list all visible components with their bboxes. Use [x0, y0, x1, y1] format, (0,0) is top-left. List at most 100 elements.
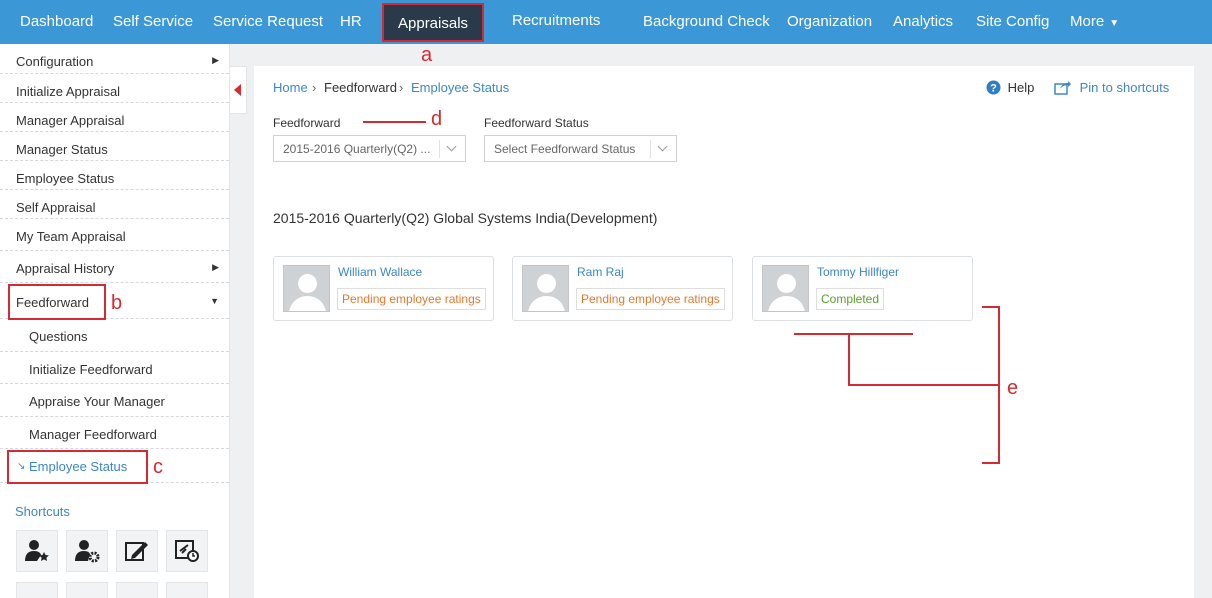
- shortcut-icon-5[interactable]: [16, 582, 58, 598]
- caret-down-icon: ▼: [1109, 18, 1120, 29]
- annotation-bracket-e: [982, 462, 1000, 464]
- annotation-line-d: [363, 121, 426, 123]
- breadcrumb-home[interactable]: Home: [273, 80, 308, 95]
- annotation-c: c: [153, 456, 163, 478]
- status-badge: Pending employee ratings: [337, 288, 486, 310]
- sidebar-item-label: Configuration: [16, 54, 94, 69]
- nav-site-config[interactable]: Site Config: [976, 0, 1049, 44]
- chevron-down-icon: [650, 140, 676, 158]
- sidebar-item-my-team-appraisal[interactable]: My Team Appraisal: [0, 219, 229, 251]
- sidebar-subitem-questions[interactable]: Questions: [0, 319, 229, 352]
- nav-recruitments[interactable]: Recruitments: [512, 0, 600, 44]
- travel-clock-icon[interactable]: [166, 530, 208, 572]
- sidebar-item-label: Questions: [29, 329, 88, 344]
- nav-analytics[interactable]: Analytics: [893, 0, 953, 44]
- sidebar-item-label: Manager Status: [16, 142, 108, 157]
- top-nav: Dashboard Self Service Service Request H…: [0, 0, 1212, 44]
- caret-right-icon: ▶: [212, 55, 219, 65]
- sidebar-item-label: Appraise Your Manager: [29, 394, 165, 409]
- annotation-box-b: [8, 284, 106, 320]
- sidebar-collapse-toggle[interactable]: [230, 66, 247, 114]
- help-link[interactable]: ? Help: [986, 80, 1034, 95]
- collapse-left-icon: [234, 84, 241, 96]
- sidebar-item-label: Manager Appraisal: [16, 113, 125, 128]
- nav-more-label: More: [1070, 13, 1105, 30]
- feedforward-select-value: 2015-2016 Quarterly(Q2) ...: [283, 142, 431, 156]
- feedforward-status-select[interactable]: Select Feedforward Status: [484, 135, 677, 162]
- employee-card[interactable]: Tommy Hillfiger Completed: [752, 256, 973, 321]
- nav-service-request[interactable]: Service Request: [213, 0, 323, 44]
- shortcut-icon-7[interactable]: [116, 582, 158, 598]
- annotation-e: e: [1007, 377, 1019, 399]
- user-star-icon[interactable]: [16, 530, 58, 572]
- caret-right-icon: ▶: [212, 262, 219, 272]
- sidebar-item-label: Employee Status: [16, 171, 115, 186]
- sidebar-item-employee-status[interactable]: Employee Status: [0, 161, 229, 190]
- breadcrumb-current: Employee Status: [411, 80, 510, 95]
- sidebar-item-self-appraisal[interactable]: Self Appraisal: [0, 190, 229, 219]
- caret-down-icon: ▼: [210, 296, 219, 306]
- sidebar-item-label: Manager Feedforward: [29, 427, 157, 442]
- employee-card[interactable]: William Wallace Pending employee ratings: [273, 256, 494, 321]
- pin-to-shortcuts-link[interactable]: Pin to shortcuts: [1054, 80, 1169, 95]
- annotation-bracket-e: [982, 306, 1000, 308]
- employee-name[interactable]: William Wallace: [338, 265, 422, 279]
- employee-name[interactable]: Ram Raj: [577, 265, 624, 279]
- annotation-d: d: [431, 108, 443, 130]
- sidebar-item-label: Initialize Appraisal: [16, 84, 121, 99]
- sidebar-item-label: My Team Appraisal: [16, 229, 126, 244]
- sidebar-item-appraisal-history[interactable]: Appraisal History ▶: [0, 251, 229, 283]
- nav-dashboard[interactable]: Dashboard: [20, 0, 93, 44]
- annotation-box-c: [7, 450, 148, 484]
- user-gear-icon[interactable]: [66, 530, 108, 572]
- feedforward-status-placeholder: Select Feedforward Status: [494, 142, 636, 156]
- sidebar-item-label: Self Appraisal: [16, 200, 96, 215]
- nav-appraisals[interactable]: Appraisals: [382, 3, 485, 42]
- nav-self-service[interactable]: Self Service: [113, 0, 193, 44]
- edit-document-icon[interactable]: [116, 530, 158, 572]
- annotation-line-e: [794, 333, 913, 335]
- feedforward-status-label: Feedforward Status: [484, 116, 589, 130]
- help-icon: ?: [986, 80, 1001, 95]
- shortcut-icon-6[interactable]: [66, 582, 108, 598]
- avatar: [283, 265, 330, 312]
- nav-organization[interactable]: Organization: [787, 0, 872, 44]
- sidebar-item-initialize-appraisal[interactable]: Initialize Appraisal: [0, 74, 229, 103]
- employee-name[interactable]: Tommy Hillfiger: [817, 265, 899, 279]
- sidebar-item-manager-status[interactable]: Manager Status: [0, 132, 229, 161]
- sidebar-subitem-appraise-your-manager[interactable]: Appraise Your Manager: [0, 384, 229, 417]
- sidebar: Configuration ▶ Initialize Appraisal Man…: [0, 44, 230, 598]
- help-label: Help: [1007, 80, 1035, 95]
- nav-more[interactable]: More ▼: [1070, 0, 1119, 44]
- share-icon: [1054, 81, 1071, 95]
- annotation-line-e: [848, 333, 850, 386]
- breadcrumb-separator: ›: [399, 80, 404, 95]
- shortcut-icon-8[interactable]: [166, 582, 208, 598]
- annotation-a: a: [421, 44, 433, 66]
- section-title: 2015-2016 Quarterly(Q2) Global Systems I…: [273, 210, 658, 226]
- status-badge: Pending employee ratings: [576, 288, 725, 310]
- avatar: [762, 265, 809, 312]
- shortcuts-title: Shortcuts: [15, 504, 70, 519]
- annotation-b: b: [111, 292, 123, 314]
- nav-hr[interactable]: HR: [340, 0, 362, 44]
- feedforward-select[interactable]: 2015-2016 Quarterly(Q2) ...: [273, 135, 466, 162]
- sidebar-subitem-manager-feedforward[interactable]: Manager Feedforward: [0, 417, 229, 449]
- sidebar-item-manager-appraisal[interactable]: Manager Appraisal: [0, 103, 229, 132]
- sidebar-item-label: Appraisal History: [16, 261, 115, 276]
- nav-background-check[interactable]: Background Check: [643, 0, 770, 44]
- status-badge: Completed: [816, 288, 885, 310]
- breadcrumb-separator: ›: [312, 80, 317, 95]
- svg-text:?: ?: [990, 83, 997, 95]
- sidebar-item-configuration[interactable]: Configuration ▶: [0, 44, 229, 74]
- avatar: [522, 265, 569, 312]
- chevron-down-icon: [439, 140, 465, 158]
- breadcrumb-feedforward[interactable]: Feedforward: [324, 80, 397, 95]
- sidebar-item-label: Initialize Feedforward: [29, 362, 153, 377]
- employee-card[interactable]: Ram Raj Pending employee ratings: [512, 256, 733, 321]
- annotation-bracket-e: [998, 306, 1000, 464]
- sidebar-subitem-initialize-feedforward[interactable]: Initialize Feedforward: [0, 352, 229, 384]
- pin-label: Pin to shortcuts: [1079, 80, 1170, 95]
- feedforward-label: Feedforward: [273, 116, 341, 130]
- annotation-line-e: [848, 384, 1000, 386]
